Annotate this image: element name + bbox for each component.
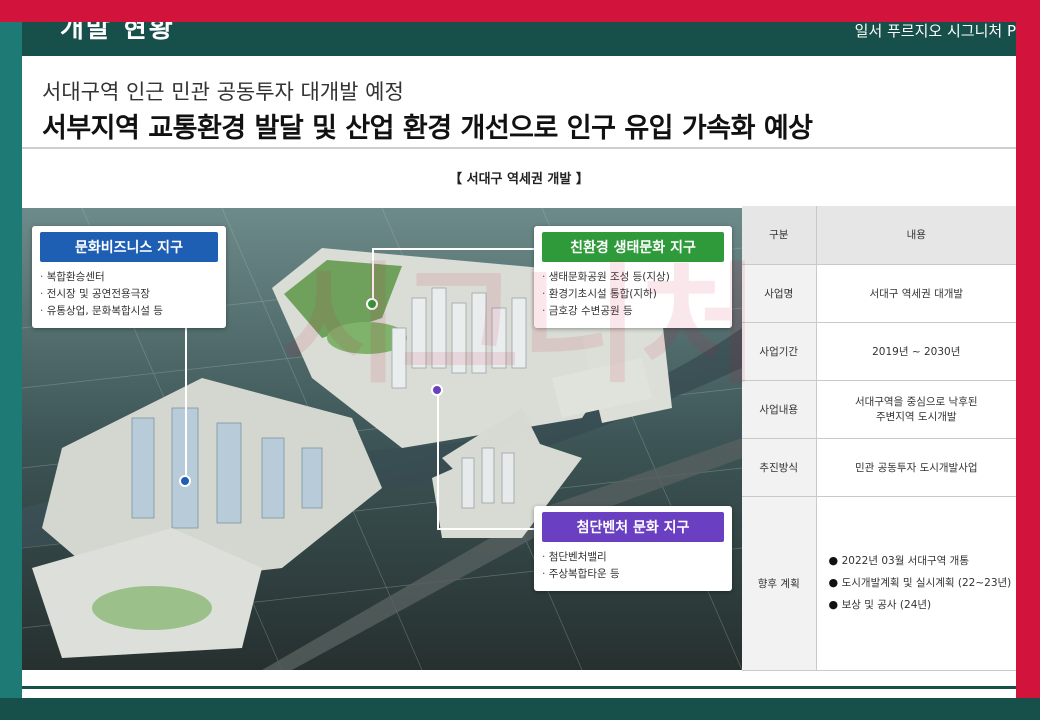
plan-item: 도시개발계획 및 실시계획 (22~23년) (829, 572, 1017, 594)
business-zone-list: 복합환승센터 전시장 및 공연전용극장 유통상업, 문화복합시설 등 (40, 269, 218, 320)
list-item: 주상복합타운 등 (542, 566, 724, 583)
frame-top-border (0, 0, 1040, 22)
eco-zone-list: 생태문화공원 조성 등(지상) 환경기초시설 통합(지하) 금호강 수변공원 등 (542, 269, 724, 320)
list-item: 금호강 수변공원 등 (542, 303, 724, 320)
row-label: 향후 계획 (742, 496, 817, 671)
row-value: 민관 공동투자 도시개발사업 (816, 438, 1016, 497)
list-item: 환경기초시설 통합(지하) (542, 286, 724, 303)
list-item: 첨단벤처밸리 (542, 549, 724, 566)
frame-bottom-border (0, 698, 1040, 720)
venture-zone-title: 첨단벤처 문화 지구 (542, 512, 724, 542)
row-label: 사업명 (742, 264, 817, 323)
footer-rule (22, 686, 1016, 689)
frame-right-border (1016, 0, 1040, 720)
table-header-value: 내용 (816, 206, 1016, 265)
leader-line-eco-v (372, 248, 374, 304)
row-value: 서대구역을 중심으로 낙후된 주변지역 도시개발 (816, 380, 1016, 439)
plan-item: 보상 및 공사 (24년) (829, 594, 1017, 616)
business-zone-title: 문화비즈니스 지구 (40, 232, 218, 262)
page-subtitle: 서대구역 인근 민관 공동투자 대개발 예정 (42, 80, 404, 104)
eco-zone-pin (366, 298, 378, 310)
row-label: 사업기간 (742, 322, 817, 381)
header-bar: 개발 현황 일서 푸르지오 시그니처 P (22, 22, 1016, 56)
business-zone-pin (179, 475, 191, 487)
leader-line-eco-h (372, 248, 542, 250)
aerial-render-image: 문화비즈니스 지구 복합환승센터 전시장 및 공연전용극장 유통상업, 문화복합… (22, 208, 742, 670)
list-item: 생태문화공원 조성 등(지상) (542, 269, 724, 286)
row-value-line: 서대구역을 중심으로 낙후된 (854, 396, 978, 408)
list-item: 전시장 및 공연전용극장 (40, 286, 218, 303)
frame-left-border (0, 0, 22, 720)
section-title: 개발 현황 (60, 22, 175, 44)
venture-zone-list: 첨단벤처밸리 주상복합타운 등 (542, 549, 724, 583)
table-row: 사업기간 2019년 ~ 2030년 (742, 322, 1016, 381)
eco-zone-title: 친환경 생태문화 지구 (542, 232, 724, 262)
brand-name: 일서 푸르지오 시그니처 P (854, 22, 1016, 40)
list-item: 유통상업, 문화복합시설 등 (40, 303, 218, 320)
divider (22, 147, 1016, 149)
row-value: 2022년 03월 서대구역 개통 도시개발계획 및 실시계획 (22~23년)… (816, 496, 1017, 671)
table-row: 사업명 서대구 역세권 대개발 (742, 264, 1016, 323)
table-row-plan: 향후 계획 2022년 03월 서대구역 개통 도시개발계획 및 실시계획 (2… (742, 496, 1017, 671)
leader-line-venture-h (437, 528, 542, 530)
table-row: 추진방식 민관 공동투자 도시개발사업 (742, 438, 1016, 497)
project-info-table: 구분 내용 사업명 서대구 역세권 대개발 사업기간 2019년 ~ 2030년… (742, 206, 1016, 671)
table-header-label: 구분 (742, 206, 817, 265)
row-label: 사업내용 (742, 380, 817, 439)
row-value: 서대구 역세권 대개발 (816, 264, 1016, 323)
venture-zone-card: 첨단벤처 문화 지구 첨단벤처밸리 주상복합타운 등 (534, 506, 732, 591)
plan-list: 2022년 03월 서대구역 개통 도시개발계획 및 실시계획 (22~23년)… (817, 550, 1017, 616)
leader-line-venture-v (437, 392, 439, 528)
row-value: 2019년 ~ 2030년 (816, 322, 1016, 381)
row-value-line: 주변지역 도시개발 (875, 411, 957, 423)
table-header-row: 구분 내용 (742, 206, 1016, 265)
venture-zone-pin (431, 384, 443, 396)
row-label: 추진방식 (742, 438, 817, 497)
business-zone-card: 문화비즈니스 지구 복합환승센터 전시장 및 공연전용극장 유통상업, 문화복합… (32, 226, 226, 328)
plan-item: 2022년 03월 서대구역 개통 (829, 550, 1017, 572)
section-caption: 【 서대구 역세권 개발 】 (449, 172, 589, 187)
table-row: 사업내용 서대구역을 중심으로 낙후된 주변지역 도시개발 (742, 380, 1016, 439)
list-item: 복합환승센터 (40, 269, 218, 286)
eco-zone-card: 친환경 생태문화 지구 생태문화공원 조성 등(지상) 환경기초시설 통합(지하… (534, 226, 732, 328)
page-headline: 서부지역 교통환경 발달 및 산업 환경 개선으로 인구 유입 가속화 예상 (42, 113, 813, 144)
